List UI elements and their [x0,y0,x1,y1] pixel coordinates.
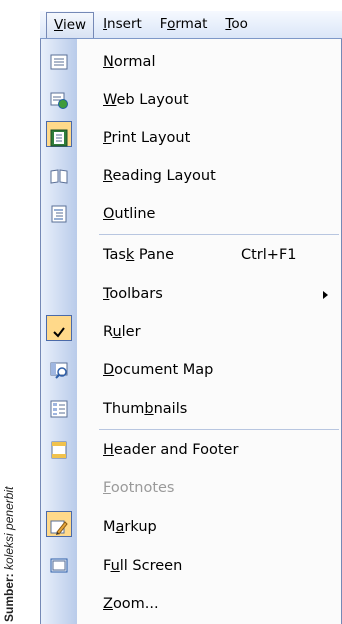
menu-item-normal[interactable]: Normal [41,43,341,81]
menu-item-toolbars[interactable]: Toolbars [41,275,341,313]
menu-item-label: Zoom... [103,596,159,612]
web-layout-icon [50,92,68,109]
submenu-arrow-icon [323,291,328,299]
menu-item-print-layout[interactable]: Print Layout [41,119,341,157]
menu-tools[interactable]: Too [216,12,256,37]
normal-view-icon [50,54,68,70]
menu-item-label: Task Pane [103,247,175,263]
menu-item-label: Normal [103,54,156,70]
task-pane-shortcut: Ctrl+F1 [241,247,297,263]
menu-item-reading-layout[interactable]: Reading Layout [41,157,341,195]
menu-view[interactable]: View [46,11,95,38]
menu-item-thumbnails[interactable]: Thumbnails [41,390,341,428]
header-footer-icon [51,441,67,459]
menu-item-label: Document Map [103,362,214,378]
menu-item-footnotes: Footnotes [41,469,341,507]
menu-item-document-map[interactable]: Document Map [41,351,341,389]
menu-item-label: Web Layout [103,92,189,108]
screenshot-page: Sumber: koleksi penerbit View Insert For… [0,0,342,624]
menu-item-label: Reading Layout [103,168,216,184]
full-screen-icon [50,558,68,573]
menu-item-label: Full Screen [103,558,183,574]
source-caption-label: Sumber: [2,573,16,622]
menu-item-markup[interactable]: Markup [41,508,341,546]
menu-item-label: Outline [103,206,156,222]
menu-item-outline[interactable]: Outline [41,195,341,233]
menu-item-header-and-footer[interactable]: Header and Footer [41,431,341,469]
source-caption: Sumber: koleksi penerbit [2,410,16,622]
menu-item-label: Thumbnails [103,401,188,417]
checkmark-icon [53,327,65,338]
menu-item-label: Print Layout [103,130,191,146]
source-caption-text: koleksi penerbit [2,486,16,570]
menu-item-label: Markup [103,519,157,535]
menu-item-zoom[interactable]: Zoom... [41,585,341,623]
menu-bar: View Insert Format Too [40,11,342,39]
menu-item-full-screen[interactable]: Full Screen [41,547,341,585]
document-map-icon [50,362,68,379]
thumbnails-icon [50,400,68,418]
menu-item-label: Ruler [103,324,141,340]
view-dropdown-menu: Normal Web Layout Print Layout Reading L… [40,39,342,624]
menu-item-label: Footnotes [103,480,175,496]
menu-item-web-layout[interactable]: Web Layout [41,81,341,119]
reading-layout-icon [50,169,68,184]
menu-insert[interactable]: Insert [94,12,151,37]
markup-icon [50,520,68,535]
menu-item-task-pane[interactable]: Task Pane Ctrl+F1 [41,236,341,274]
menu-item-label: Header and Footer [103,442,239,458]
print-layout-icon [50,129,68,147]
menu-item-label: Toolbars [103,286,163,302]
menu-separator [99,234,339,235]
menu-format[interactable]: Format [151,12,217,37]
menu-separator [99,429,339,430]
menu-item-ruler[interactable]: Ruler [41,313,341,351]
outline-view-icon [51,205,67,223]
